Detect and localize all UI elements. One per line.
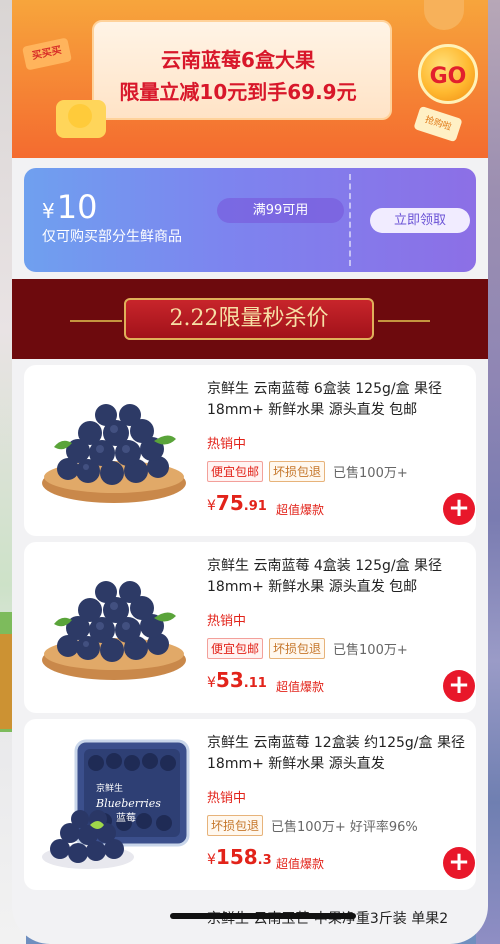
- product-price: ¥53.11: [207, 668, 267, 692]
- sold-count: 已售100万+ 好评率96%: [271, 820, 418, 835]
- product-price: ¥75.91: [207, 491, 267, 515]
- price-integer: 75: [215, 491, 244, 515]
- home-indicator[interactable]: [170, 913, 356, 919]
- box-cn-text: 蓝莓: [116, 812, 136, 824]
- product-tags: 便宜包邮 坏损包退 已售100万+: [207, 461, 408, 482]
- coupon-card: ¥10 仅可购买部分生鲜商品 满99可用 立即领取: [24, 168, 476, 272]
- watermark-text: zhidezhi.com: [340, 868, 413, 881]
- coupon-value: 10: [56, 188, 98, 226]
- price-currency: ¥: [207, 498, 216, 514]
- emoji-face-icon: [68, 104, 92, 128]
- price-decimal: .91: [243, 499, 267, 514]
- tag-free-shipping: 便宜包邮: [207, 638, 264, 659]
- product-tags: 坏损包退 已售100万+ 好评率96%: [207, 815, 418, 836]
- sold-count: 已售100万+: [333, 466, 408, 481]
- price-currency: ¥: [207, 675, 216, 691]
- product-status: 热销中: [207, 791, 247, 806]
- flash-ornament-left: [70, 320, 122, 322]
- tag-damage-refund: 坏损包退: [207, 815, 264, 836]
- price-integer: 158: [215, 845, 258, 869]
- add-to-cart-button[interactable]: +: [443, 493, 475, 525]
- coupon-divider: [349, 174, 351, 266]
- banner-tag-right: 抢购啦: [413, 105, 463, 143]
- price-decimal: .11: [243, 676, 267, 691]
- blueberry-box-image: 京鲜生 Blueberries 蓝莓: [42, 739, 190, 869]
- product-card[interactable]: 京鲜生 Blueberries 蓝莓 京鲜生 云南蓝莓 12盒装 约125g/盒…: [24, 719, 476, 890]
- promo-banner[interactable]: 买买买 云南蓝莓6盒大果 限量立减10元到手69.9元 GO 抢购啦: [12, 0, 488, 158]
- product-status: 热销中: [207, 614, 247, 629]
- blueberry-bowl-image: [42, 404, 186, 503]
- blueberry-bowl-image: [42, 581, 186, 680]
- coupon-condition: 满99可用: [217, 198, 344, 223]
- product-tags: 便宜包邮 坏损包退 已售100万+: [207, 638, 408, 659]
- promo-label: 超值爆款: [276, 503, 325, 517]
- add-to-cart-button[interactable]: +: [443, 847, 475, 879]
- banner-decoration: [424, 0, 464, 30]
- product-title: 京鲜生 云南蓝莓 12盒装 约125g/盒 果径18mm+ 新鲜水果 源头直发: [207, 735, 465, 772]
- product-price: ¥158.3: [207, 845, 272, 869]
- product-title: 京鲜生 云南蓝莓 4盒装 125g/盒 果径18mm+ 新鲜水果 源头直发 包邮: [207, 558, 443, 595]
- sold-count: 已售100万+: [333, 643, 408, 658]
- product-status: 热销中: [207, 437, 247, 452]
- go-button[interactable]: GO: [418, 44, 478, 104]
- tag-damage-refund: 坏损包退: [269, 461, 326, 482]
- promo-label: 超值爆款: [276, 857, 325, 871]
- flash-sale-title: 2.22限量秒杀价: [124, 298, 374, 340]
- popup-card: 买买买 云南蓝莓6盒大果 限量立减10元到手69.9元 GO 抢购啦 ¥10 仅…: [12, 0, 488, 944]
- box-brand-text: 京鲜生: [96, 782, 123, 794]
- coupon-currency: ¥: [42, 199, 55, 223]
- product-card[interactable]: 京鲜生 云南蓝莓 4盒装 125g/盒 果径18mm+ 新鲜水果 源头直发 包邮…: [24, 542, 476, 713]
- add-to-cart-button[interactable]: +: [443, 670, 475, 702]
- box-label-text: Blueberries: [95, 797, 161, 810]
- coupon-amount: ¥10: [42, 188, 97, 226]
- banner-subline: 限量立减10元到手69.9元: [119, 80, 357, 104]
- product-title: 京鲜生 云南蓝莓 6盒装 125g/盒 果径18mm+ 新鲜水果 源头直发 包邮: [207, 381, 443, 418]
- price-integer: 53: [215, 668, 244, 692]
- price-currency: ¥: [207, 852, 216, 868]
- product-card[interactable]: 京鲜生 云南蓝莓 6盒装 125g/盒 果径18mm+ 新鲜水果 源头直发 包邮…: [24, 365, 476, 536]
- flash-sale-header: 2.22限量秒杀价: [12, 279, 488, 359]
- promo-label: 超值爆款: [276, 680, 325, 694]
- coupon-description: 仅可购买部分生鲜商品: [42, 229, 182, 245]
- tag-damage-refund: 坏损包退: [269, 638, 326, 659]
- claim-coupon-button[interactable]: 立即领取: [370, 208, 470, 233]
- banner-headline: 云南蓝莓6盒大果: [161, 48, 315, 72]
- price-decimal: .3: [257, 853, 272, 868]
- flash-ornament-right: [378, 320, 430, 322]
- tag-free-shipping: 便宜包邮: [207, 461, 264, 482]
